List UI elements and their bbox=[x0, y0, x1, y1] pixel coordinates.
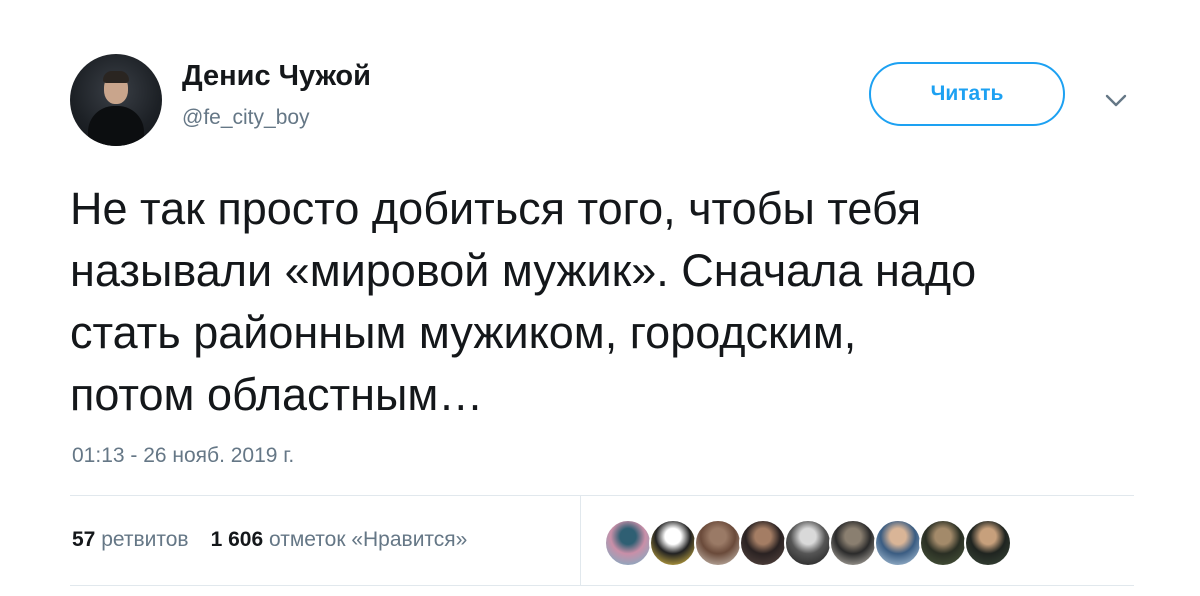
retweets-count: 57 bbox=[72, 528, 96, 551]
author-handle[interactable]: @fe_city_boy bbox=[182, 106, 310, 130]
avatar-hair-shape bbox=[103, 71, 129, 83]
tweet-text-line: стать районным мужиком, городским, bbox=[70, 307, 857, 358]
liker-avatar-9[interactable] bbox=[964, 519, 1012, 567]
author-avatar[interactable] bbox=[70, 54, 162, 146]
divider bbox=[580, 496, 581, 585]
liker-avatars bbox=[604, 519, 1012, 567]
divider bbox=[70, 495, 1134, 496]
tweet-text: Не так просто добиться того, чтобы тебя … bbox=[70, 178, 1150, 426]
chevron-down-icon[interactable] bbox=[1102, 86, 1130, 114]
liker-avatar-1[interactable] bbox=[604, 519, 652, 567]
tweet-text-line: Не так просто добиться того, чтобы тебя bbox=[70, 183, 922, 234]
liker-avatar-4[interactable] bbox=[739, 519, 787, 567]
author-display-name[interactable]: Денис Чужой bbox=[182, 60, 371, 93]
follow-button[interactable]: Читать bbox=[869, 62, 1065, 126]
likes-count: 1 606 bbox=[210, 528, 264, 551]
retweets-label: ретвитов bbox=[101, 528, 189, 551]
liker-avatar-3[interactable] bbox=[694, 519, 742, 567]
liker-avatar-7[interactable] bbox=[874, 519, 922, 567]
tweet-timestamp[interactable]: 01:13 - 26 нояб. 2019 г. bbox=[72, 444, 294, 468]
tweet-text-line: потом областным… bbox=[70, 369, 484, 420]
liker-avatar-6[interactable] bbox=[829, 519, 877, 567]
liker-avatar-2[interactable] bbox=[649, 519, 697, 567]
retweets-stat[interactable]: 57 ретвитов bbox=[72, 528, 189, 551]
liker-avatar-8[interactable] bbox=[919, 519, 967, 567]
avatar-body-shape bbox=[88, 106, 144, 146]
tweet-text-line: называли «мировой мужик». Сначала надо bbox=[70, 245, 977, 296]
likes-label: отметок «Нравится» bbox=[269, 528, 468, 551]
tweet-stats: 57 ретвитов 1 606 отметок «Нравится» bbox=[72, 528, 467, 552]
likes-stat[interactable]: 1 606 отметок «Нравится» bbox=[211, 528, 468, 551]
liker-avatar-5[interactable] bbox=[784, 519, 832, 567]
divider bbox=[70, 585, 1134, 586]
